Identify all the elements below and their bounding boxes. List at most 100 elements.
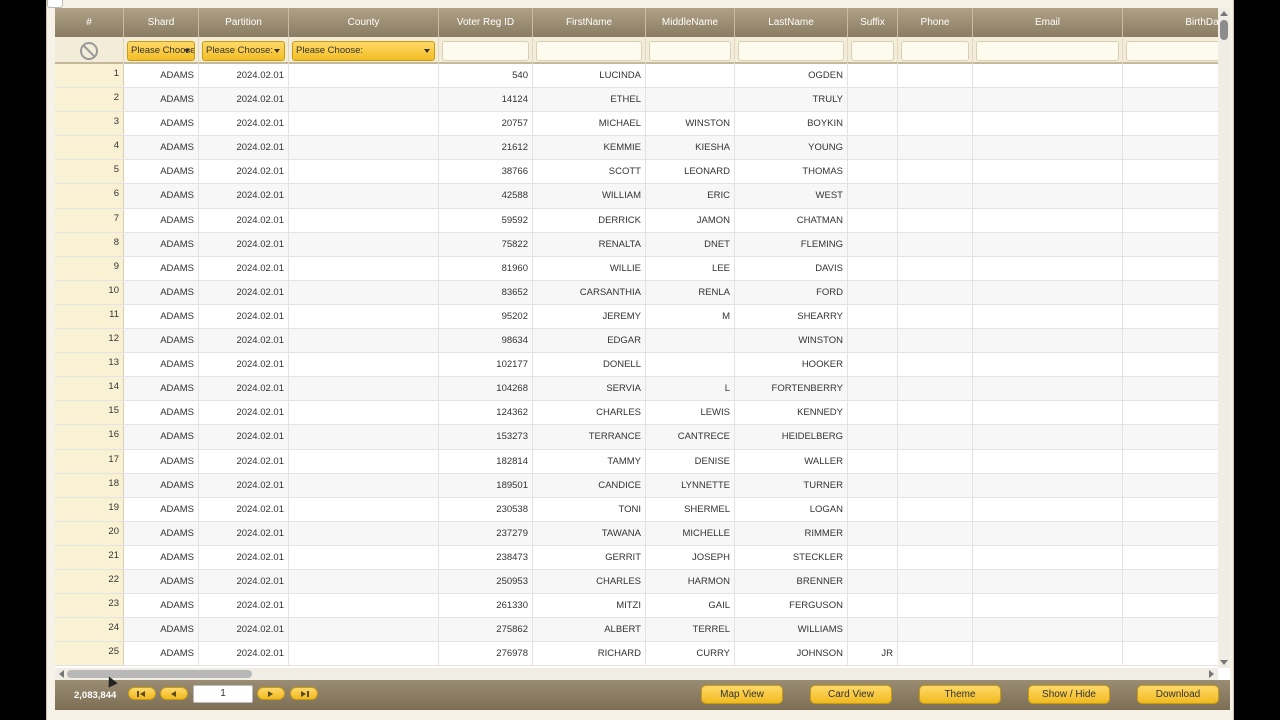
table-row[interactable]: 5 ADAMS 2024.02.01 38766 SCOTT LEONARD THOMAS: [55, 160, 1228, 185]
table-row[interactable]: 19 ADAMS 2024.02.01 230538 TONI SHERMEL LOGAN: [55, 497, 1228, 522]
cell-county: [289, 232, 439, 256]
cell-county: [289, 208, 439, 232]
cell-row-number: 21: [55, 545, 124, 569]
vertical-scroll-thumb[interactable]: [1220, 20, 1228, 40]
cell-email: [973, 545, 1123, 569]
column-header-shard[interactable]: Shard: [124, 8, 199, 37]
cell-last-name: BOYKIN: [735, 112, 848, 136]
next-page-button[interactable]: [257, 687, 285, 700]
vertical-scrollbar[interactable]: [1218, 8, 1230, 668]
table-row[interactable]: 1 ADAMS 2024.02.01 540 LUCINDA OGDEN: [55, 64, 1228, 89]
table-row[interactable]: 15 ADAMS 2024.02.01 124362 CHARLES LEWIS KENNE…: [55, 401, 1228, 426]
middle-name-filter-input[interactable]: [649, 40, 731, 61]
map-view-button[interactable]: Map View: [701, 685, 783, 704]
cell-middle-name: GAIL: [646, 594, 735, 618]
table-row[interactable]: 20 ADAMS 2024.02.01 237279 TAWANA MICHELLE RIM…: [55, 521, 1228, 546]
column-header-suffix[interactable]: Suffix: [848, 8, 898, 37]
last-page-button[interactable]: [290, 687, 318, 700]
table-row[interactable]: 13 ADAMS 2024.02.01 102177 DONELL HOOKER: [55, 353, 1228, 378]
cell-partition: 2024.02.01: [199, 64, 289, 88]
prev-page-button[interactable]: [160, 687, 188, 700]
table-row[interactable]: 11 ADAMS 2024.02.01 95202 JEREMY M SHEARRY: [55, 304, 1228, 330]
cell-middle-name: HARMON: [646, 569, 735, 594]
column-header-first-name[interactable]: FirstName: [533, 8, 646, 37]
theme-button[interactable]: Theme: [919, 685, 1001, 704]
column-header-row-number[interactable]: #: [55, 8, 124, 37]
table-row[interactable]: 3 ADAMS 2024.02.01 20757 MICHAEL WINSTON BOYKI…: [55, 112, 1228, 137]
partition-filter-select[interactable]: Please Choose:: [202, 40, 285, 61]
cell-phone: [898, 64, 973, 88]
column-header-middle-name[interactable]: MiddleName: [646, 8, 735, 37]
cell-last-name: WILLIAMS: [735, 618, 848, 642]
voter-reg-id-filter-input[interactable]: [442, 40, 529, 61]
email-filter-input[interactable]: [976, 40, 1119, 61]
cell-row-number: 17: [55, 449, 124, 473]
table-row[interactable]: 9 ADAMS 2024.02.01 81960 WILLIE LEE DAVIS: [55, 256, 1228, 281]
table-row[interactable]: 17 ADAMS 2024.02.01 182814 TAMMY DENISE WALLER: [55, 449, 1228, 474]
horizontal-scrollbar[interactable]: [55, 668, 1218, 680]
column-header-email[interactable]: Email: [973, 8, 1123, 37]
cell-last-name: CHATMAN: [735, 208, 848, 232]
last-name-filter-input[interactable]: [738, 40, 844, 61]
table-row[interactable]: 25 ADAMS 2024.02.01 276978 RICHARD CURRY JOHNS…: [55, 642, 1228, 667]
county-filter-select[interactable]: Please Choose:: [292, 40, 435, 61]
no-entry-icon[interactable]: [80, 41, 98, 60]
table-row[interactable]: 23 ADAMS 2024.02.01 261330 MITZI GAIL FERGUSON: [55, 594, 1228, 619]
birth-date-filter-input[interactable]: [1126, 40, 1224, 61]
cell-birth-date: [1123, 425, 1228, 449]
table-row[interactable]: 14 ADAMS 2024.02.01 104268 SERVIA L FORTENBERR…: [55, 377, 1228, 402]
show-hide-button[interactable]: Show / Hide: [1028, 685, 1110, 704]
cell-birth-date: [1123, 88, 1228, 112]
cell-phone: [898, 569, 973, 594]
table-row[interactable]: 24 ADAMS 2024.02.01 275862 ALBERT TERREL WILLI…: [55, 618, 1228, 643]
cell-phone: [898, 377, 973, 401]
scroll-up-icon[interactable]: [1220, 11, 1228, 16]
card-view-button[interactable]: Card View: [810, 685, 892, 704]
scroll-left-icon[interactable]: [59, 670, 64, 678]
column-header-voter-reg-id[interactable]: Voter Reg ID: [439, 8, 533, 37]
filter-cell-last-name: [735, 37, 848, 64]
table-row[interactable]: 6 ADAMS 2024.02.01 42588 WILLIAM ERIC WEST: [55, 184, 1228, 209]
page-number-input[interactable]: 1: [193, 685, 253, 703]
table-row[interactable]: 8 ADAMS 2024.02.01 75822 RENALTA DNET FLEMING: [55, 232, 1228, 257]
table-row[interactable]: 21 ADAMS 2024.02.01 238473 GERRIT JOSEPH STECK…: [55, 545, 1228, 570]
cell-county: [289, 449, 439, 473]
column-header-birth-date[interactable]: BirthDate: [1123, 8, 1228, 37]
table-row[interactable]: 7 ADAMS 2024.02.01 59592 DERRICK JAMON CHATMAN: [55, 208, 1228, 233]
cell-suffix: [848, 232, 898, 256]
table-row[interactable]: 2 ADAMS 2024.02.01 14124 ETHEL TRULY: [55, 88, 1228, 113]
horizontal-scroll-thumb[interactable]: [67, 670, 252, 678]
table-row[interactable]: 10 ADAMS 2024.02.01 83652 CARSANTHIA RENLA FOR…: [55, 280, 1228, 305]
cell-shard: ADAMS: [124, 377, 199, 401]
cell-partition: 2024.02.01: [199, 136, 289, 160]
cell-partition: 2024.02.01: [199, 256, 289, 280]
corner-tab[interactable]: [47, 0, 63, 8]
table-row[interactable]: 12 ADAMS 2024.02.01 98634 EDGAR WINSTON: [55, 329, 1228, 354]
column-header-last-name[interactable]: LastName: [735, 8, 848, 37]
scroll-down-icon[interactable]: [1220, 660, 1228, 665]
cell-phone: [898, 449, 973, 473]
download-button[interactable]: Download: [1137, 685, 1219, 704]
suffix-filter-input[interactable]: [851, 40, 894, 61]
table-row[interactable]: 4 ADAMS 2024.02.01 21612 KEMMIE KIESHA YOUNG: [55, 136, 1228, 161]
cell-county: [289, 401, 439, 425]
phone-filter-input[interactable]: [901, 40, 969, 61]
cell-shard: ADAMS: [124, 329, 199, 353]
table-row[interactable]: 22 ADAMS 2024.02.01 250953 CHARLES HARMON BREN…: [55, 569, 1228, 595]
cell-email: [973, 618, 1123, 642]
cell-phone: [898, 521, 973, 545]
first-name-filter-input[interactable]: [536, 40, 642, 61]
first-page-button[interactable]: [128, 687, 156, 700]
cell-birth-date: [1123, 642, 1228, 666]
table-row[interactable]: 18 ADAMS 2024.02.01 189501 CANDICE LYNNETTE TU…: [55, 473, 1228, 498]
scroll-right-icon[interactable]: [1209, 670, 1214, 678]
shard-filter-select[interactable]: Please Choose:: [127, 40, 195, 61]
table-row[interactable]: 16 ADAMS 2024.02.01 153273 TERRANCE CANTRECE H…: [55, 425, 1228, 450]
column-header-phone[interactable]: Phone: [898, 8, 973, 37]
cell-suffix: [848, 256, 898, 280]
column-header-county[interactable]: County: [289, 8, 439, 37]
cell-partition: 2024.02.01: [199, 545, 289, 569]
cell-birth-date: [1123, 280, 1228, 304]
column-header-partition[interactable]: Partition: [199, 8, 289, 37]
cell-suffix: [848, 160, 898, 184]
